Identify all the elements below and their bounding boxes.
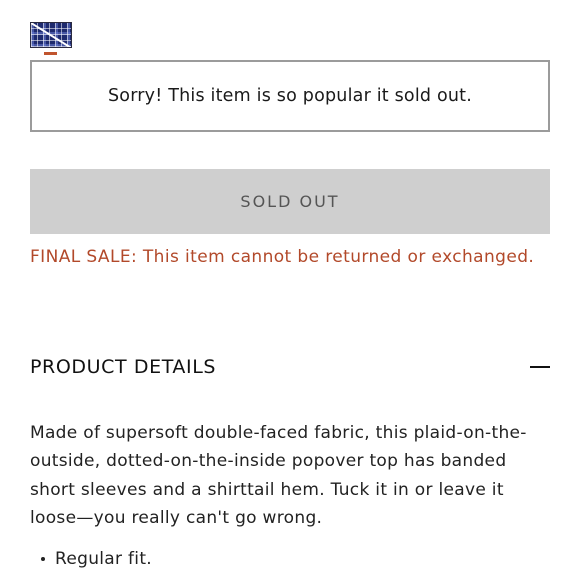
plaid-swatch-icon[interactable]: [30, 22, 72, 48]
sold-out-message-text: Sorry! This item is so popular it sold o…: [107, 86, 472, 106]
final-sale-notice: FINAL SALE: This item cannot be returned…: [30, 247, 535, 267]
list-item: Regular fit.: [30, 549, 152, 569]
product-description: Made of supersoft double-faced fabric, t…: [30, 423, 527, 528]
minus-icon[interactable]: [530, 366, 550, 368]
unavailable-slash: [31, 23, 71, 47]
sold-out-button[interactable]: SOLD OUT: [30, 169, 550, 234]
sold-out-button-label: SOLD OUT: [240, 192, 340, 211]
bullet-icon: [41, 557, 45, 561]
product-details-toggle[interactable]: PRODUCT DETAILS: [30, 353, 550, 381]
sold-out-message: Sorry! This item is so popular it sold o…: [30, 60, 550, 132]
product-features-list: Regular fit.: [30, 549, 152, 569]
product-panel: Sorry! This item is so popular it sold o…: [0, 0, 580, 580]
feature-text: Regular fit.: [55, 549, 152, 569]
swatch-selected-indicator: [44, 52, 57, 55]
product-details-title: PRODUCT DETAILS: [30, 356, 217, 378]
